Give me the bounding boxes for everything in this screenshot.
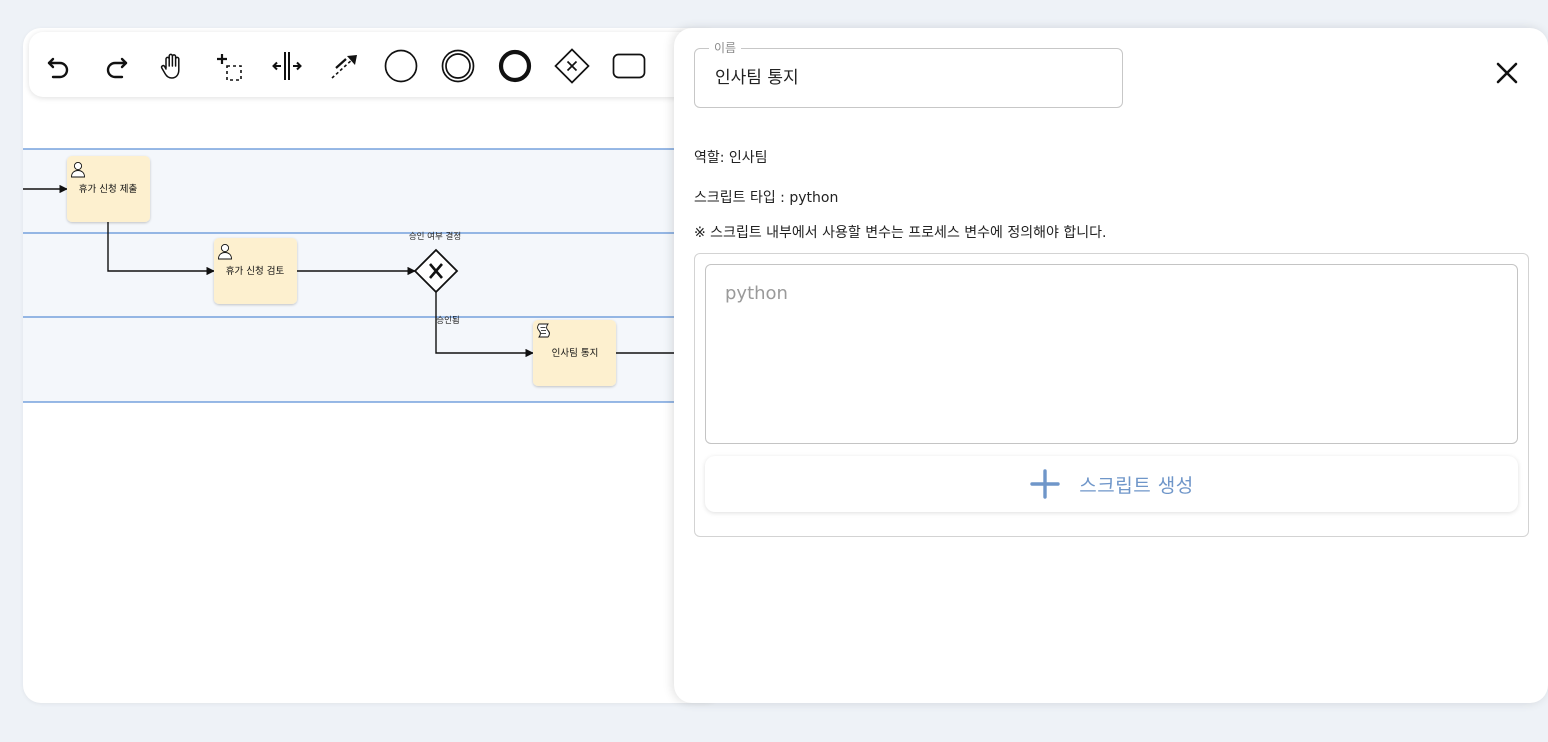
close-button[interactable] xyxy=(1490,56,1524,90)
script-section: 스크립트 생성 xyxy=(694,253,1529,537)
task-review-leave[interactable]: 휴가 신청 검토 xyxy=(214,238,297,304)
name-field[interactable]: 이름 xyxy=(694,40,1123,108)
task-notify-hr[interactable]: 인사팀 통지 xyxy=(533,320,616,386)
plus-icon xyxy=(1030,469,1060,499)
connect-tool-icon[interactable] xyxy=(324,46,364,86)
space-tool-icon[interactable] xyxy=(267,46,307,86)
modeler-toolbar xyxy=(29,32,729,97)
start-event-icon[interactable] xyxy=(381,46,421,86)
intermediate-event-icon[interactable] xyxy=(438,46,478,86)
name-field-label: 이름 xyxy=(709,40,742,56)
flow-label: 승인됨 xyxy=(436,315,459,326)
script-note-text: ※ 스크립트 내부에서 사용할 변수는 프로세스 변수에 정의해야 합니다. xyxy=(694,225,1107,241)
hand-tool-icon[interactable] xyxy=(153,46,193,86)
end-event-icon[interactable] xyxy=(495,46,535,86)
task-label: 휴가 신청 검토 xyxy=(226,265,285,277)
lasso-tool-icon[interactable] xyxy=(210,46,250,86)
task-label: 휴가 신청 제출 xyxy=(79,184,138,195)
properties-panel: 이름 역할: 인사팀 스크립트 타입 : python ※ 스크립트 내부에서 … xyxy=(674,28,1548,703)
close-icon xyxy=(1496,62,1518,84)
task-icon[interactable] xyxy=(609,46,649,86)
task-label: 인사팀 통지 xyxy=(552,347,599,359)
task-submit-leave[interactable]: 휴가 신청 제출 xyxy=(67,156,150,222)
gateway-label: 승인 여부 결정 xyxy=(409,231,461,242)
script-type-text: 스크립트 타입 : python xyxy=(694,190,839,206)
redo-icon[interactable] xyxy=(96,46,136,86)
role-text: 역할: 인사팀 xyxy=(694,150,768,166)
script-editor[interactable] xyxy=(705,264,1518,444)
undo-icon[interactable] xyxy=(39,46,79,86)
gateway-icon[interactable] xyxy=(552,46,592,86)
name-input[interactable] xyxy=(715,65,1105,85)
generate-script-button[interactable]: 스크립트 생성 xyxy=(705,456,1518,512)
generate-script-label: 스크립트 생성 xyxy=(1079,474,1194,497)
